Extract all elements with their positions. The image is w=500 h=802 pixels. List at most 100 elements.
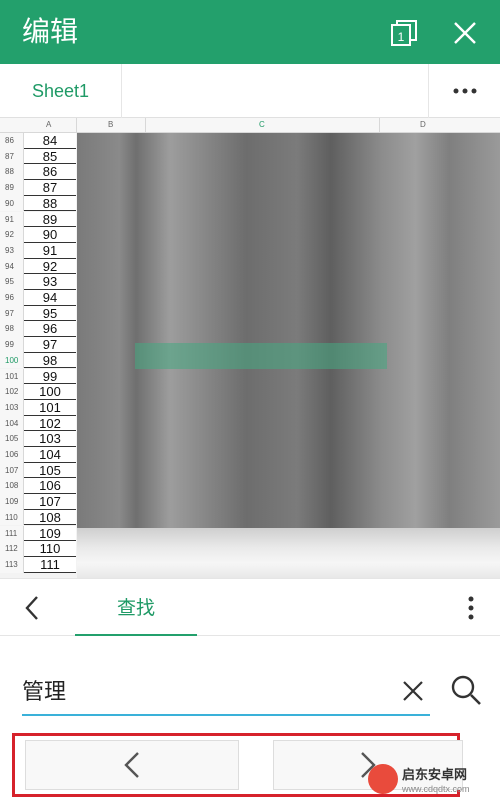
cell-a[interactable]: 96 — [24, 321, 76, 338]
row-number[interactable]: 88 — [0, 164, 24, 181]
cell-a[interactable]: 95 — [24, 305, 76, 322]
table-row[interactable]: 104 102 — [0, 415, 500, 432]
cell-a[interactable]: 84 — [24, 133, 76, 149]
row-number[interactable]: 102 — [0, 384, 24, 400]
cell-a[interactable]: 104 — [24, 447, 76, 463]
column-b-label[interactable]: B — [108, 120, 113, 129]
cell-a[interactable]: 97 — [24, 337, 76, 353]
cell-a[interactable]: 111 — [24, 556, 76, 573]
table-row[interactable]: 88 86 — [0, 164, 500, 181]
row-number[interactable]: 95 — [0, 274, 24, 290]
table-row[interactable]: 89 87 — [0, 180, 500, 196]
cell-a[interactable]: 109 — [24, 525, 76, 542]
row-number[interactable]: 111 — [0, 525, 24, 542]
cell-a[interactable]: 105 — [24, 462, 76, 479]
close-icon[interactable] — [453, 21, 477, 45]
table-row[interactable]: 106 104 — [0, 447, 500, 463]
table-row[interactable]: 100 98 — [0, 352, 500, 369]
row-number[interactable]: 98 — [0, 321, 24, 338]
table-row[interactable]: 102 100 — [0, 384, 500, 400]
row-number[interactable]: 104 — [0, 415, 24, 432]
row-number[interactable]: 105 — [0, 431, 24, 447]
table-row[interactable]: 101 99 — [0, 368, 500, 385]
table-row[interactable]: 110 108 — [0, 509, 500, 526]
table-row[interactable]: 96 94 — [0, 290, 500, 306]
sheet-tab[interactable]: Sheet1 — [0, 64, 122, 118]
table-row[interactable]: 111 109 — [0, 525, 500, 542]
table-row[interactable]: 98 96 — [0, 321, 500, 338]
cell-a[interactable]: 101 — [24, 399, 76, 416]
cell-a[interactable]: 103 — [24, 431, 76, 447]
cell-a[interactable]: 87 — [24, 180, 76, 196]
row-number[interactable]: 94 — [0, 258, 24, 275]
row-number[interactable]: 103 — [0, 399, 24, 416]
row-number[interactable]: 93 — [0, 242, 24, 259]
cell-a[interactable]: 90 — [24, 227, 76, 243]
cell-a[interactable]: 86 — [24, 164, 76, 181]
search-icon[interactable] — [450, 674, 482, 706]
back-arrow-icon[interactable] — [18, 593, 48, 623]
row-number[interactable]: 96 — [0, 290, 24, 306]
table-row[interactable]: 90 88 — [0, 195, 500, 212]
row-number[interactable]: 106 — [0, 447, 24, 463]
table-row[interactable]: 99 97 — [0, 337, 500, 353]
column-d-label[interactable]: D — [420, 120, 426, 129]
row-number[interactable]: 113 — [0, 556, 24, 573]
more-button[interactable] — [428, 64, 500, 118]
row-number[interactable]: 92 — [0, 227, 24, 243]
column-c-label[interactable]: C — [259, 120, 265, 129]
table-row[interactable]: 105 103 — [0, 431, 500, 447]
previous-result-button[interactable] — [25, 740, 239, 790]
table-row[interactable]: 112 110 — [0, 541, 500, 557]
table-row[interactable]: 107 105 — [0, 462, 500, 479]
cell-a[interactable]: 102 — [24, 415, 76, 432]
cell-a[interactable]: 98 — [24, 352, 76, 369]
column-a-label[interactable]: A — [46, 120, 51, 129]
cell-a[interactable]: 110 — [24, 541, 76, 557]
more-vertical-icon[interactable] — [456, 593, 486, 623]
table-row[interactable]: 95 93 — [0, 274, 500, 290]
spreadsheet-grid[interactable]: A B C D 86 84 87 85 88 86 89 87 90 88 91 89 92 90 93 91… — [0, 118, 500, 578]
search-input[interactable] — [22, 666, 430, 716]
cell-a[interactable]: 85 — [24, 148, 76, 165]
row-number[interactable]: 112 — [0, 541, 24, 557]
row-number[interactable]: 101 — [0, 368, 24, 385]
cell-a[interactable]: 99 — [24, 368, 76, 385]
row-number[interactable]: 100 — [0, 352, 24, 369]
table-row[interactable]: 108 106 — [0, 478, 500, 495]
row-number[interactable]: 87 — [0, 148, 24, 165]
tab-find[interactable]: 查找 — [75, 579, 197, 637]
row-number[interactable]: 91 — [0, 211, 24, 228]
table-row[interactable]: 97 95 — [0, 305, 500, 322]
window-switch-icon[interactable]: 1 — [391, 20, 417, 46]
row-number[interactable]: 107 — [0, 462, 24, 479]
table-row[interactable]: 91 89 — [0, 211, 500, 228]
cell-a[interactable]: 107 — [24, 494, 76, 510]
cell-a[interactable]: 93 — [24, 274, 76, 290]
table-row[interactable]: 109 107 — [0, 494, 500, 510]
cell-a[interactable]: 88 — [24, 195, 76, 212]
cell-a[interactable]: 94 — [24, 290, 76, 306]
table-row[interactable]: 94 92 — [0, 258, 500, 275]
cell-a[interactable]: 92 — [24, 258, 76, 275]
row-number[interactable]: 99 — [0, 337, 24, 353]
row-number[interactable]: 90 — [0, 195, 24, 212]
cell-a[interactable]: 89 — [24, 211, 76, 228]
row-number[interactable]: 108 — [0, 478, 24, 495]
table-row[interactable]: 103 101 — [0, 399, 500, 416]
cell-a[interactable]: 91 — [24, 242, 76, 259]
cell-a[interactable]: 106 — [24, 478, 76, 495]
row-number[interactable]: 97 — [0, 305, 24, 322]
row-number[interactable]: 109 — [0, 494, 24, 510]
table-row[interactable]: 87 85 — [0, 148, 500, 165]
clear-icon[interactable] — [400, 678, 426, 704]
cell-a[interactable]: 108 — [24, 509, 76, 526]
table-row[interactable]: 86 84 — [0, 133, 500, 149]
cell-a[interactable]: 100 — [24, 384, 76, 400]
row-number[interactable]: 110 — [0, 509, 24, 526]
table-row[interactable]: 113 111 — [0, 556, 500, 573]
table-row[interactable]: 92 90 — [0, 227, 500, 243]
row-number[interactable]: 89 — [0, 180, 24, 196]
row-number[interactable]: 86 — [0, 133, 24, 149]
table-row[interactable]: 93 91 — [0, 242, 500, 259]
